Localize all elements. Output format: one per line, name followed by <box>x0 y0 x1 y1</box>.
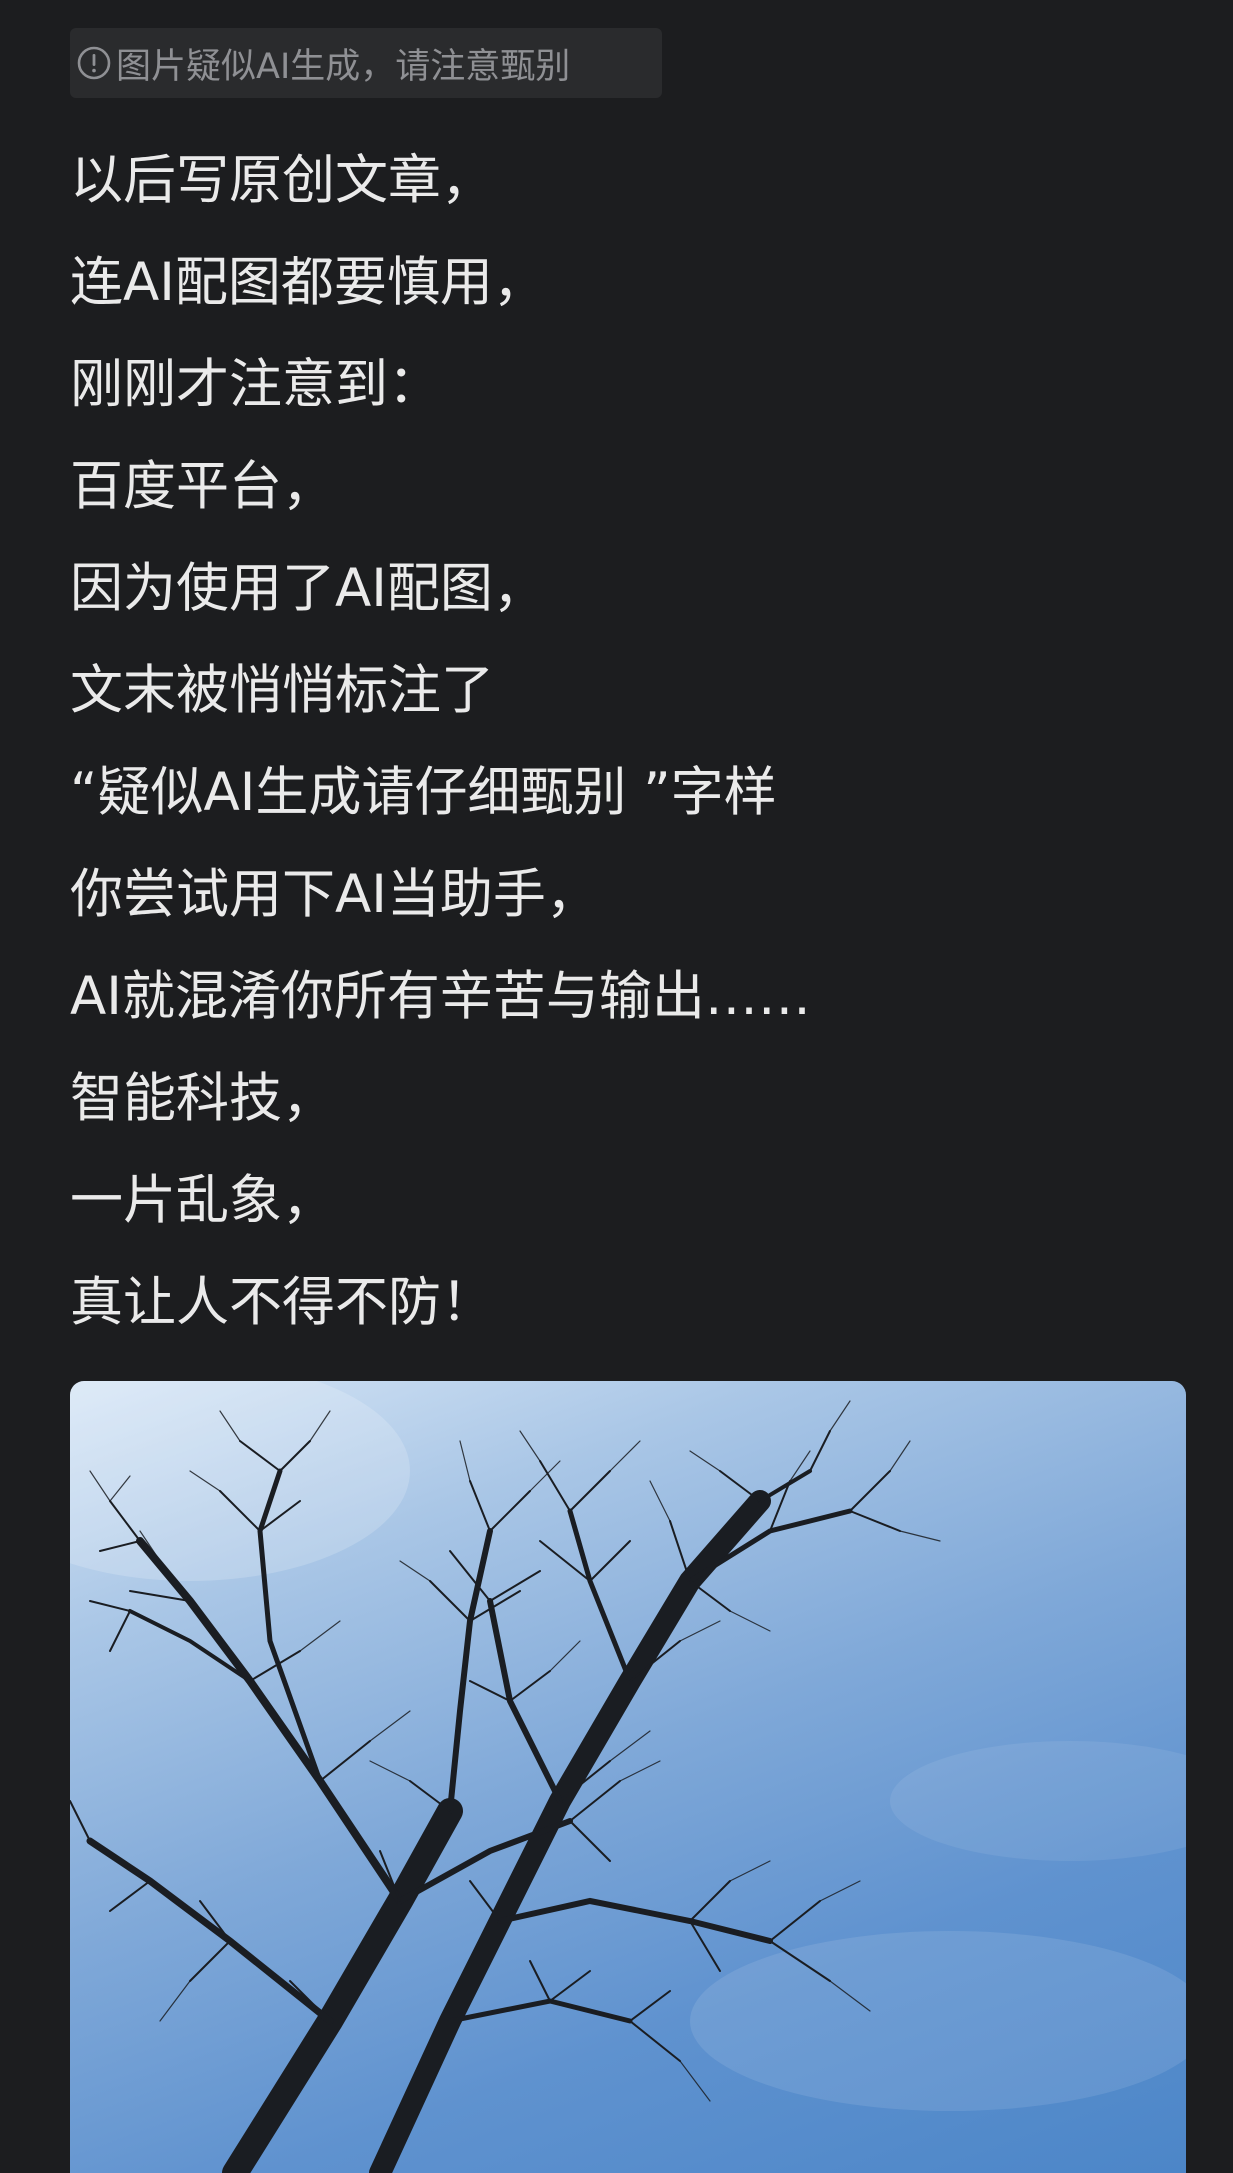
post-body: 以后写原创文章， 连AI配图都要慎用， 刚刚才注意到： 百度平台， 因为使用了A… <box>70 130 1190 1354</box>
notice-text: 图片疑似AI生成，请注意甄别 <box>116 46 571 87</box>
post-line: AI就混淆你所有辛苦与输出…… <box>70 966 811 1027</box>
post-line: 一片乱象， <box>70 1170 335 1231</box>
post-line: 百度平台， <box>70 456 335 517</box>
ai-generated-notice: 图片疑似AI生成，请注意甄别 <box>70 28 662 98</box>
post-line: 刚刚才注意到： <box>70 354 441 415</box>
post-line: 连AI配图都要慎用， <box>70 252 546 313</box>
post-line: “疑似AI生成请仔细甄别 ”字样 <box>70 762 777 823</box>
post-line: 你尝试用下AI当助手， <box>70 864 599 925</box>
post-line: 因为使用了AI配图， <box>70 558 546 619</box>
exclamation-circle-icon <box>77 46 111 80</box>
post-line: 文末被悄悄标注了 <box>70 660 494 721</box>
bare-tree-illustration <box>70 1381 1186 2173</box>
post-line: 以后写原创文章， <box>70 150 494 211</box>
post-line: 真让人不得不防！ <box>70 1272 494 1333</box>
post-photo[interactable] <box>70 1381 1186 2173</box>
post-line: 智能科技， <box>70 1068 335 1129</box>
